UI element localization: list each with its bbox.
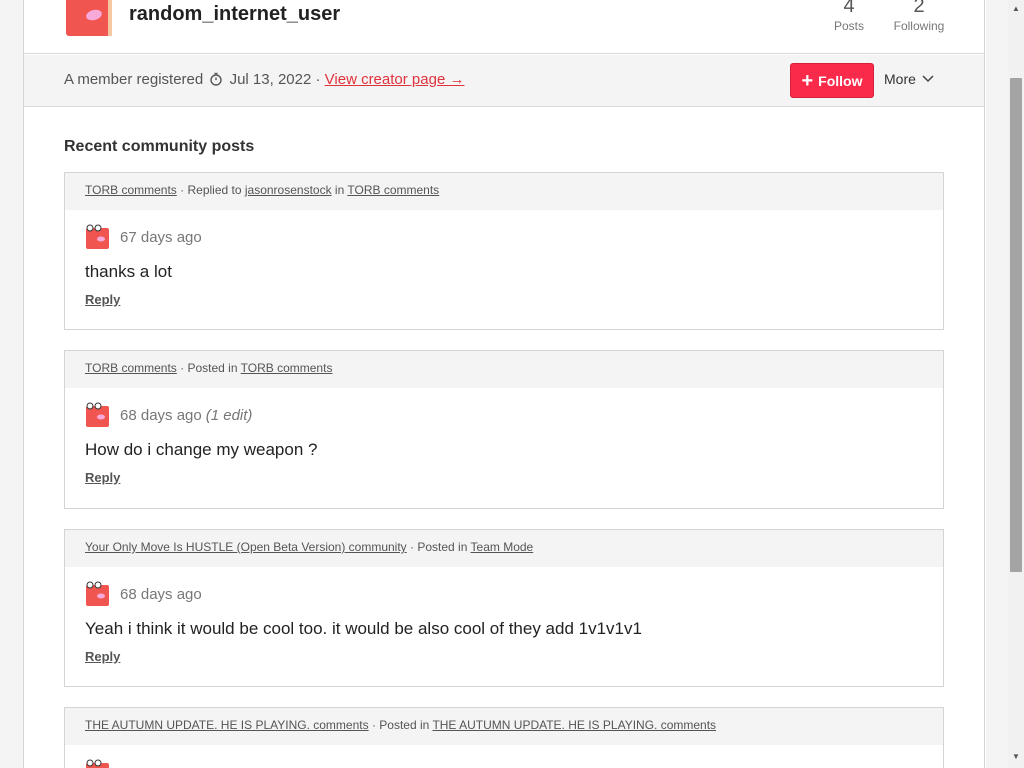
post-header-text: · Posted in [368, 718, 433, 732]
reply-link[interactable]: Reply [85, 292, 120, 307]
post-header: TORB comments · Replied to jasonrosensto… [65, 173, 943, 210]
post-body [65, 745, 943, 768]
post-meta [85, 759, 923, 768]
scroll-thumb[interactable] [1010, 78, 1022, 572]
post-time[interactable]: 67 days ago [120, 229, 202, 246]
post-community-link[interactable]: TORB comments [85, 183, 177, 197]
scroll-up-arrow-icon[interactable]: ▲ [1012, 4, 1020, 13]
stat-following[interactable]: 2 Following [887, 0, 951, 34]
registered-date: Jul 13, 2022 [229, 71, 312, 88]
profile-header: random_internet_user 4 Posts 2 Following [24, 0, 984, 54]
plus-icon: + [801, 69, 814, 92]
post-community-link[interactable]: THE AUTUMN UPDATE. HE IS PLAYING. commen… [85, 718, 369, 732]
post-time[interactable]: 68 days ago [120, 407, 202, 424]
posts-count: 4 [843, 0, 855, 17]
following-count: 2 [913, 0, 925, 17]
posts-label: Posts [833, 19, 864, 33]
post-meta: 68 days ago [85, 581, 923, 607]
stopwatch-icon [210, 72, 223, 86]
post-time[interactable]: 68 days ago [120, 586, 202, 603]
post-topic-link[interactable]: TORB comments [347, 183, 439, 197]
post-community-link[interactable]: Your Only Move Is HUSTLE (Open Beta Vers… [85, 540, 407, 554]
right-gutter [986, 0, 1008, 768]
community-post: TORB comments · Replied to jasonrosensto… [64, 172, 944, 330]
more-button[interactable]: More [884, 71, 934, 87]
post-meta: 67 days ago [85, 224, 923, 250]
post-header: THE AUTUMN UPDATE. HE IS PLAYING. commen… [65, 708, 943, 745]
post-body: 68 days ago (1 edit) How do i change my … [65, 388, 943, 487]
username: random_internet_user [129, 3, 341, 25]
post-text: How do i change my weapon ? [85, 440, 318, 459]
follow-label: Follow [818, 72, 863, 89]
user-avatar[interactable] [64, 0, 114, 38]
post-header: Your Only Move Is HUSTLE (Open Beta Vers… [65, 530, 943, 567]
post-body: 67 days ago thanks a lot Reply [65, 210, 943, 309]
profile-meta-bar: A member registered Jul 13, 2022 · View … [24, 55, 984, 107]
vertical-scrollbar[interactable]: ▲ ▼ [1008, 0, 1024, 768]
post-header-text: · Posted in [176, 361, 241, 375]
post-topic-link[interactable]: TORB comments [241, 361, 333, 375]
left-gutter [0, 0, 23, 768]
registration-info: A member registered Jul 13, 2022 · View … [64, 71, 464, 88]
post-text: Yeah i think it would be cool too. it wo… [85, 619, 642, 638]
view-creator-page-link[interactable]: View creator page → [325, 71, 465, 88]
post-header-text: in [331, 183, 348, 197]
post-header: TORB comments · Posted in TORB comments [65, 351, 943, 388]
section-title: Recent community posts [64, 138, 255, 155]
user-avatar[interactable] [85, 581, 111, 607]
chevron-down-icon [922, 75, 934, 83]
post-meta: 68 days ago (1 edit) [85, 402, 923, 428]
post-topic-link[interactable]: Team Mode [471, 540, 534, 554]
reply-link[interactable]: Reply [85, 470, 120, 485]
profile-page: random_internet_user 4 Posts 2 Following… [23, 0, 985, 768]
following-label: Following [893, 19, 945, 33]
reply-link[interactable]: Reply [85, 649, 120, 664]
community-post: Your Only Move Is HUSTLE (Open Beta Vers… [64, 529, 944, 687]
post-edit-note: (1 edit) [205, 406, 253, 424]
post-header-text: · Replied to [176, 183, 245, 197]
community-post: TORB comments · Posted in TORB comments … [64, 350, 944, 509]
post-community-link[interactable]: TORB comments [85, 361, 177, 375]
post-body: 68 days ago Yeah i think it would be coo… [65, 567, 943, 666]
more-label: More [884, 71, 916, 87]
user-avatar[interactable] [85, 224, 111, 250]
meta-separator: · [315, 71, 321, 88]
user-avatar[interactable] [85, 759, 111, 768]
post-text: thanks a lot [85, 262, 172, 281]
scroll-down-arrow-icon[interactable]: ▼ [1012, 752, 1020, 761]
post-topic-link[interactable]: THE AUTUMN UPDATE. HE IS PLAYING. commen… [432, 718, 716, 732]
post-header-text: · Posted in [406, 540, 471, 554]
follow-button[interactable]: + Follow [790, 63, 874, 98]
registered-prefix: A member registered [64, 71, 204, 88]
community-post: THE AUTUMN UPDATE. HE IS PLAYING. commen… [64, 707, 944, 768]
user-avatar[interactable] [85, 402, 111, 428]
stat-posts[interactable]: 4 Posts [829, 0, 869, 34]
post-user-link[interactable]: jasonrosenstock [245, 183, 332, 197]
